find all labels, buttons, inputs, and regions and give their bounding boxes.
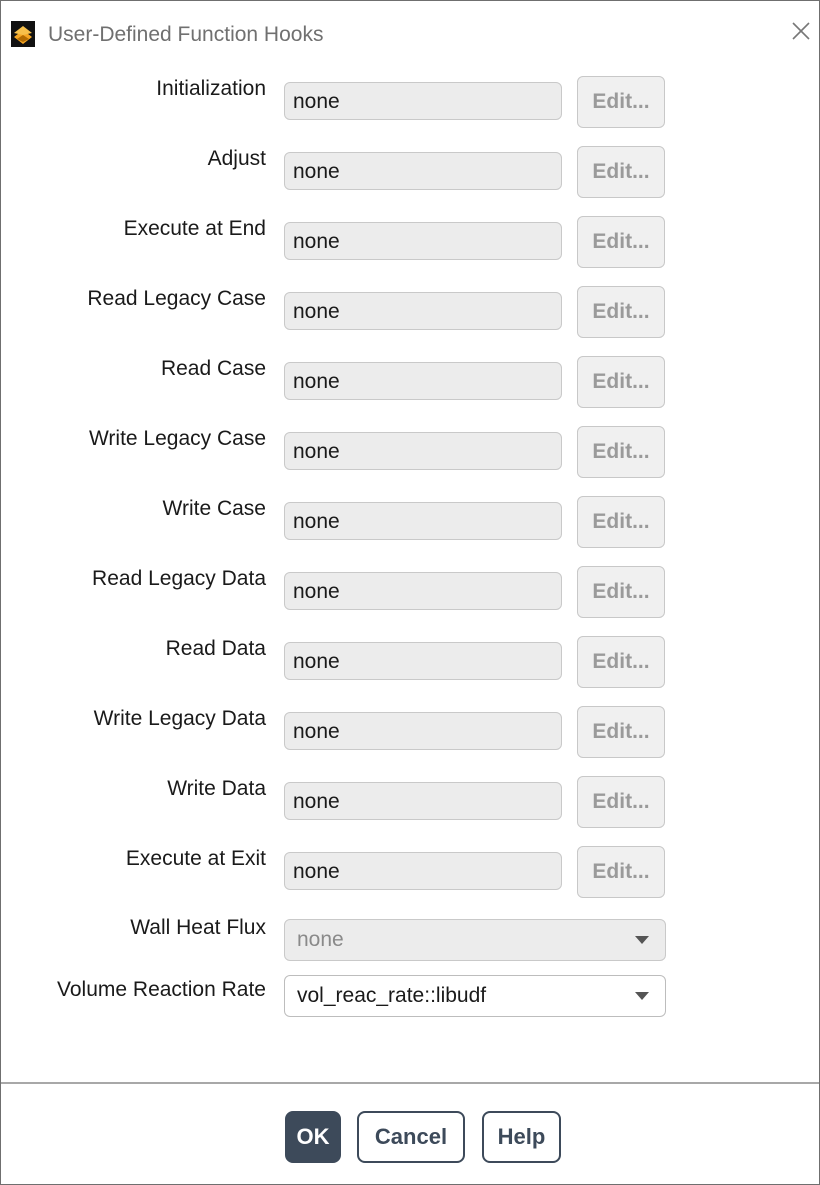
edit-button-read-case: Edit... (577, 356, 665, 408)
hook-field-read-data: none (284, 642, 562, 680)
ok-button[interactable]: OK (285, 1111, 341, 1163)
hook-label-execute-at-exit: Execute at Exit (125, 847, 266, 870)
hook-field-execute-at-exit: none (284, 852, 562, 890)
hook-field-write-legacy-case: none (284, 432, 562, 470)
hook-label-write-legacy-case: Write Legacy Case (88, 427, 266, 450)
volume-reaction-rate-label: Volume Reaction Rate (57, 978, 266, 1001)
wall-heat-flux-label: Wall Heat Flux (130, 916, 266, 939)
hook-label-read-data: Read Data (165, 637, 266, 660)
wall-heat-flux-value: none (297, 928, 344, 951)
chevron-down-icon (635, 992, 649, 1000)
hook-label-adjust: Adjust (207, 147, 266, 170)
chevron-down-icon (635, 936, 649, 944)
volume-reaction-rate-value: vol_reac_rate::libudf (297, 984, 487, 1007)
udf-hooks-dialog: User-Defined Function Hooks Initializati… (0, 0, 820, 1185)
wall-heat-flux-dropdown: none (284, 919, 666, 961)
edit-button-write-legacy-data: Edit... (577, 706, 665, 758)
edit-button-read-legacy-case: Edit... (577, 286, 665, 338)
hook-field-write-data: none (284, 782, 562, 820)
edit-button-adjust: Edit... (577, 146, 665, 198)
hook-label-initialization: Initialization (156, 77, 266, 100)
edit-button-read-legacy-data: Edit... (577, 566, 665, 618)
edit-button-read-data: Edit... (577, 636, 665, 688)
hook-label-read-legacy-case: Read Legacy Case (87, 287, 266, 310)
window-title: User-Defined Function Hooks (48, 23, 324, 46)
ansys-fluent-icon (11, 21, 35, 47)
hook-label-read-legacy-data: Read Legacy Data (92, 567, 266, 590)
hook-field-read-case: none (284, 362, 562, 400)
title-bar[interactable]: User-Defined Function Hooks (1, 1, 819, 69)
hook-field-adjust: none (284, 152, 562, 190)
hook-field-read-legacy-data: none (284, 572, 562, 610)
hook-label-read-case: Read Case (160, 357, 266, 380)
hook-label-write-legacy-data: Write Legacy Data (93, 707, 266, 730)
cancel-button[interactable]: Cancel (357, 1111, 465, 1163)
hook-label-write-case: Write Case (162, 497, 266, 520)
hook-label-write-data: Write Data (167, 777, 266, 800)
edit-button-write-legacy-case: Edit... (577, 426, 665, 478)
hook-field-execute-at-end: none (284, 222, 562, 260)
edit-button-initialization: Edit... (577, 76, 665, 128)
close-icon[interactable] (787, 17, 815, 45)
divider (1, 1082, 819, 1084)
edit-button-execute-at-exit: Edit... (577, 846, 665, 898)
hook-field-write-legacy-data: none (284, 712, 562, 750)
hook-field-initialization: none (284, 82, 562, 120)
volume-reaction-rate-dropdown[interactable]: vol_reac_rate::libudf (284, 975, 666, 1017)
hook-field-read-legacy-case: none (284, 292, 562, 330)
hook-label-execute-at-end: Execute at End (123, 217, 266, 240)
hook-field-write-case: none (284, 502, 562, 540)
help-button[interactable]: Help (482, 1111, 561, 1163)
edit-button-write-case: Edit... (577, 496, 665, 548)
edit-button-execute-at-end: Edit... (577, 216, 665, 268)
edit-button-write-data: Edit... (577, 776, 665, 828)
